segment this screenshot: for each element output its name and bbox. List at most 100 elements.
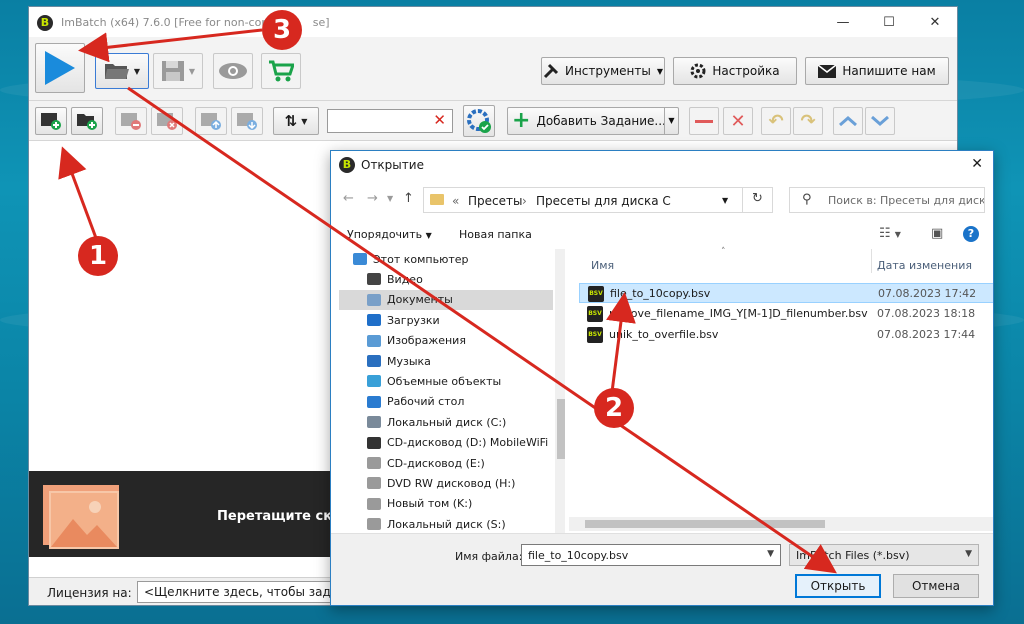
settings-label: Настройка (712, 64, 780, 78)
sort-button[interactable]: ⇅ ▼ (273, 107, 319, 135)
tools-icon (543, 63, 559, 79)
refresh-button[interactable]: ↻ (742, 187, 772, 213)
buy-button[interactable] (261, 53, 301, 89)
nav-item[interactable]: Этот компьютер (339, 249, 553, 269)
maximize-button[interactable]: ☐ (867, 12, 911, 34)
dialog-titlebar: B Открытие ✕ (331, 151, 993, 179)
step-badge-1: 1 (78, 236, 118, 276)
cancel-button[interactable]: Отмена (893, 574, 979, 598)
filename-input[interactable]: file_to_10copy.bsv ▼ (521, 544, 781, 566)
remove-task-button[interactable] (689, 107, 719, 135)
forward-arrow-icon[interactable]: → (367, 191, 378, 206)
file-name: unik_to_overfile.bsv (609, 328, 719, 341)
task-settings-button[interactable] (463, 105, 495, 137)
breadcrumb-segment[interactable]: Пресеты (468, 194, 522, 208)
column-separator[interactable] (871, 249, 872, 273)
nav-item[interactable]: Новый том (K:) (339, 494, 553, 514)
back-arrow-icon[interactable]: ← (343, 191, 354, 206)
filetype-select[interactable]: ImBatch Files (*.bsv) ▼ (789, 544, 979, 566)
chevron-down-icon[interactable]: ▼ (664, 108, 678, 134)
move-task-up-button[interactable] (833, 107, 863, 135)
chevron-down-icon: ▼ (133, 66, 141, 76)
settings-button[interactable]: Настройка (673, 57, 797, 85)
chevron-down-icon: ▼ (965, 549, 972, 559)
sort-icon: ⇅ (284, 112, 298, 130)
clear-tasks-button[interactable]: ✕ (723, 107, 753, 135)
help-icon[interactable]: ? (963, 226, 979, 242)
filter-input[interactable]: ✕ (327, 109, 453, 133)
search-input[interactable]: ⚲ Поиск в: Пресеты для диск... (789, 187, 985, 213)
search-icon: ⚲ (802, 192, 812, 207)
filename-label: Имя файла: (455, 550, 523, 563)
remove-image-button[interactable] (115, 107, 147, 135)
move-task-down-button[interactable] (865, 107, 895, 135)
window-title-text: ImBatch (x64) 7.6.0 [Free for non-comm (61, 16, 283, 29)
run-batch-button[interactable] (35, 43, 85, 93)
move-up-image-button[interactable] (195, 107, 227, 135)
file-list-hscrollbar[interactable] (569, 517, 993, 531)
recent-chevron-icon[interactable]: ▼ (387, 194, 393, 203)
column-header-date[interactable]: Дата изменения (877, 259, 972, 272)
nav-item-label: CD-дисковод (D:) MobileWiFi (387, 436, 549, 450)
chevron-up-icon (839, 116, 857, 126)
nav-scroll-thumb[interactable] (557, 399, 565, 459)
nav-item-icon (353, 253, 367, 265)
license-label: Лицензия на: (47, 586, 132, 600)
view-options-icon[interactable]: ☷ ▼ (879, 226, 901, 241)
chevron-down-icon[interactable]: ▼ (722, 196, 728, 205)
hscroll-thumb[interactable] (585, 520, 825, 528)
nav-scrollbar[interactable] (555, 249, 565, 533)
undo-button[interactable]: ↶ (761, 107, 791, 135)
filename-value: file_to_10copy.bsv (528, 549, 629, 562)
redo-button[interactable]: ↷ (793, 107, 823, 135)
nav-item[interactable]: Локальный диск (C:) (339, 412, 553, 432)
breadcrumb-segment[interactable]: Пресеты для диска C (536, 194, 671, 208)
new-folder-button[interactable]: Новая папка (459, 228, 532, 241)
path-overflow[interactable]: « (452, 194, 459, 208)
add-image-button[interactable] (35, 107, 67, 135)
write-us-button[interactable]: Напишите нам (805, 57, 949, 85)
preview-pane-icon[interactable]: ▣ (931, 226, 943, 241)
dialog-close-button[interactable]: ✕ (971, 156, 983, 172)
nav-item[interactable]: Рабочий стол (339, 392, 553, 412)
nav-item-label: Документы (387, 293, 453, 307)
nav-item[interactable]: CD-дисковод (E:) (339, 453, 553, 473)
nav-item[interactable]: Изображения (339, 331, 553, 351)
nav-item-icon (367, 293, 381, 306)
file-name: remove_filename_IMG_Y[M-1]D_filenumber.b… (609, 307, 868, 320)
nav-item[interactable]: Документы (339, 289, 553, 310)
nav-item[interactable]: Музыка (339, 351, 553, 371)
close-button[interactable]: ✕ (913, 12, 957, 34)
add-task-button[interactable]: + Добавить Задание... ▼ (507, 107, 679, 135)
nav-item[interactable]: CD-дисковод (D:) MobileWiFi (339, 433, 553, 453)
clear-list-button[interactable] (151, 107, 183, 135)
nav-item[interactable]: Загрузки (339, 310, 553, 330)
nav-item[interactable]: Видео (339, 269, 553, 289)
app-logo: B (339, 157, 355, 173)
up-arrow-icon[interactable]: ↑ (403, 191, 414, 206)
file-row[interactable]: BSV unik_to_overfile.bsv 07.08.2023 17:44 (579, 325, 993, 345)
nav-item-icon (367, 314, 381, 327)
tools-menu-button[interactable]: Инструменты ▼ (541, 57, 665, 85)
nav-item[interactable]: Объемные объекты (339, 371, 553, 391)
nav-item[interactable]: DVD RW дисковод (H:) (339, 473, 553, 493)
save-preset-button[interactable]: ▼ (153, 53, 203, 89)
column-header-name[interactable]: Имя (591, 259, 614, 272)
chevron-down-icon[interactable]: ▼ (767, 549, 774, 559)
move-down-image-button[interactable] (231, 107, 263, 135)
play-icon (45, 51, 75, 85)
clear-filter-icon[interactable]: ✕ (433, 111, 446, 129)
nav-item-icon (367, 395, 381, 408)
file-row[interactable]: BSV remove_filename_IMG_Y[M-1]D_filenumbe… (579, 304, 993, 324)
step-badge-3: 3 (262, 10, 302, 50)
organize-menu[interactable]: Упорядочить ▼ (347, 228, 432, 241)
minimize-button[interactable]: — (821, 12, 865, 34)
address-bar[interactable]: « Пресеты › Пресеты для диска C ▼ ↻ (423, 187, 773, 213)
file-row[interactable]: BSV file_to_10copy.bsv 07.08.2023 17:42 (579, 283, 993, 303)
nav-item[interactable]: Локальный диск (S:) (339, 514, 553, 533)
preview-button[interactable] (213, 53, 253, 89)
open-preset-button[interactable]: ▼ (95, 53, 149, 89)
open-button[interactable]: Открыть (795, 574, 881, 598)
add-folder-button[interactable] (71, 107, 103, 135)
eye-icon (219, 63, 247, 79)
